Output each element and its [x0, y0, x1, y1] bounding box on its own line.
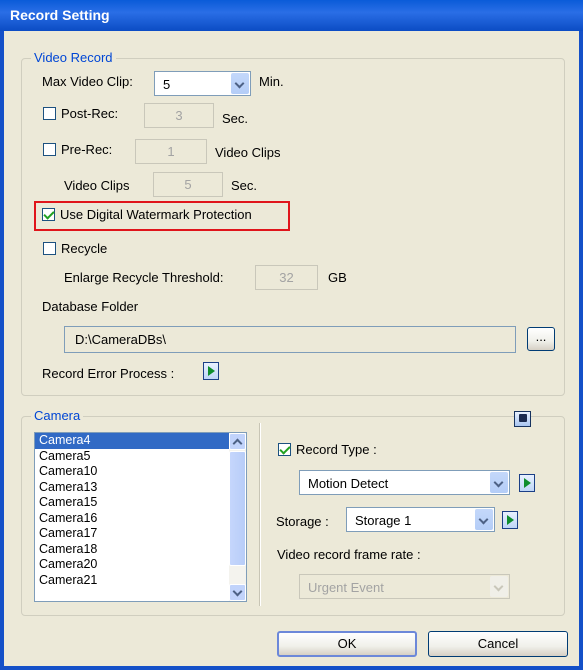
- max-video-clip-label: Max Video Clip:: [42, 74, 133, 89]
- video-clips-unit: Sec.: [231, 178, 258, 193]
- camera-copy-icon[interactable]: [514, 411, 531, 427]
- frame-rate-label: Video record frame rate :: [277, 547, 421, 562]
- camera-list-item[interactable]: Camera17: [35, 526, 246, 542]
- storage-select[interactable]: Storage 1: [346, 507, 495, 532]
- video-clips-label: Video Clips: [64, 178, 130, 193]
- camera-legend: Camera: [31, 408, 84, 423]
- camera-list-scrollbar[interactable]: [229, 433, 246, 601]
- record-error-process-play-icon[interactable]: [203, 362, 219, 380]
- pre-rec-input[interactable]: 1: [135, 139, 207, 164]
- record-type-select[interactable]: Motion Detect: [299, 470, 510, 495]
- pre-rec-checkbox[interactable]: [43, 143, 56, 156]
- enlarge-threshold-input[interactable]: 32: [255, 265, 318, 290]
- enlarge-threshold-label: Enlarge Recycle Threshold:: [64, 270, 224, 285]
- record-type-play-icon[interactable]: [519, 474, 535, 492]
- post-rec-checkbox[interactable]: [43, 107, 56, 120]
- storage-label: Storage :: [276, 514, 329, 529]
- camera-divider: [259, 423, 261, 606]
- camera-list-item[interactable]: Camera5: [35, 449, 246, 465]
- camera-list-item[interactable]: Camera21: [35, 573, 246, 589]
- post-rec-unit: Sec.: [222, 111, 249, 126]
- record-setting-dialog: Record Setting Video Record Max Video Cl…: [0, 0, 583, 670]
- video-clips-input[interactable]: 5: [153, 172, 223, 197]
- camera-list-item[interactable]: Camera10: [35, 464, 246, 480]
- camera-list[interactable]: Camera4 Camera5 Camera10 Camera13 Camera15 Ca…: [34, 432, 247, 602]
- storage-value: Storage 1: [355, 513, 412, 528]
- scroll-down-icon[interactable]: [229, 584, 246, 601]
- enlarge-threshold-unit: GB: [328, 270, 347, 285]
- chevron-down-icon[interactable]: [490, 472, 508, 493]
- watermark-checkbox[interactable]: [42, 208, 55, 221]
- ok-button[interactable]: OK: [277, 631, 417, 657]
- database-folder-input[interactable]: D:\CameraDBs\: [64, 326, 516, 353]
- record-error-process-label: Record Error Process :: [42, 366, 175, 381]
- watermark-label: Use Digital Watermark Protection: [60, 207, 252, 222]
- video-record-legend: Video Record: [31, 50, 116, 65]
- record-type-checkbox[interactable]: [278, 443, 291, 456]
- max-video-clip-value: 5: [163, 77, 171, 92]
- scroll-thumb[interactable]: [229, 451, 246, 566]
- camera-list-item[interactable]: Camera20: [35, 557, 246, 573]
- post-rec-input[interactable]: 3: [144, 103, 214, 128]
- record-type-value: Motion Detect: [308, 476, 389, 491]
- frame-rate-select[interactable]: Urgent Event: [299, 574, 510, 599]
- title-bar: Record Setting: [0, 0, 583, 31]
- chevron-down-icon[interactable]: [490, 576, 508, 597]
- max-video-clip-select[interactable]: 5: [154, 71, 251, 96]
- recycle-checkbox[interactable]: [43, 242, 56, 255]
- record-type-label: Record Type :: [296, 442, 377, 457]
- storage-play-icon[interactable]: [502, 511, 518, 529]
- database-folder-label: Database Folder: [42, 299, 139, 314]
- browse-folder-button[interactable]: ...: [527, 327, 555, 351]
- chevron-down-icon[interactable]: [231, 73, 249, 94]
- camera-list-item[interactable]: Camera4: [35, 433, 246, 449]
- camera-list-item[interactable]: Camera13: [35, 480, 246, 496]
- post-rec-label: Post-Rec:: [61, 106, 119, 121]
- cancel-button[interactable]: Cancel: [428, 631, 568, 657]
- chevron-down-icon[interactable]: [475, 509, 493, 530]
- camera-list-item[interactable]: Camera15: [35, 495, 246, 511]
- pre-rec-label: Pre-Rec:: [61, 142, 113, 157]
- scroll-up-icon[interactable]: [229, 433, 246, 450]
- pre-rec-unit: Video Clips: [215, 145, 281, 160]
- camera-list-items: Camera4 Camera5 Camera10 Camera13 Camera15 Ca…: [35, 433, 246, 588]
- recycle-label: Recycle: [61, 241, 108, 256]
- window-title: Record Setting: [10, 7, 110, 23]
- camera-list-item[interactable]: Camera16: [35, 511, 246, 527]
- camera-list-item[interactable]: Camera18: [35, 542, 246, 558]
- max-video-clip-unit: Min.: [259, 74, 284, 89]
- frame-rate-value: Urgent Event: [308, 580, 384, 595]
